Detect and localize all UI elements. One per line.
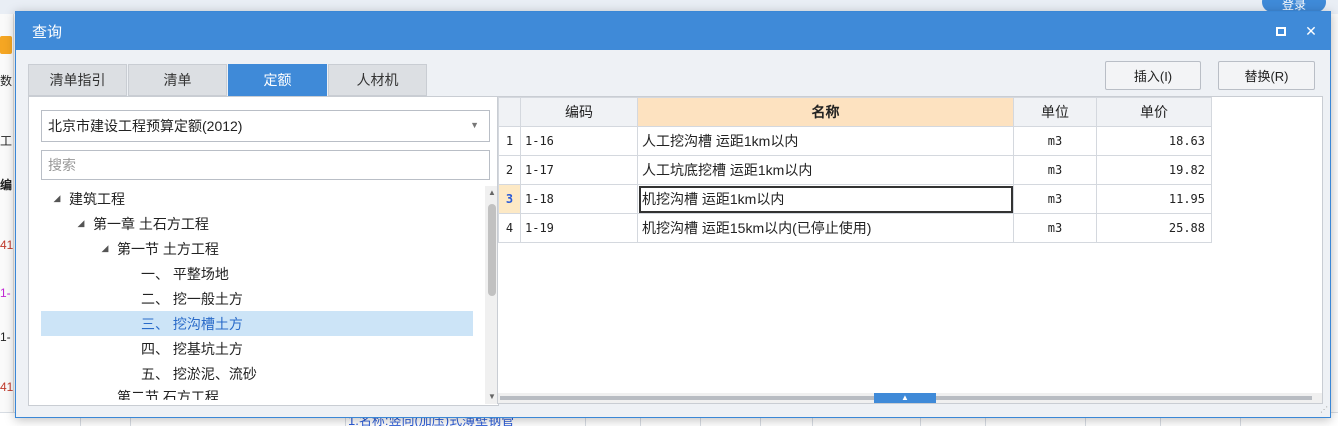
cell-code[interactable]: 1-17: [520, 155, 638, 185]
chapter-tree: ◢ 建筑工程 ◢ 第一章 土石方工程 ◢ 第一节 土方工程一、 平整场地 二、 挖一般土方三…: [41, 186, 473, 404]
tree-item-label: 三、 挖沟槽土方: [141, 315, 243, 332]
splitter-handle-icon[interactable]: ▲: [874, 393, 936, 403]
cell-unit[interactable]: m3: [1013, 184, 1097, 214]
tree-item[interactable]: ◢ 第一章 土石方工程: [41, 211, 473, 236]
tree-item[interactable]: 五、 挖淤泥、流砂: [41, 361, 473, 386]
tree-item[interactable]: 三、 挖沟槽土方: [41, 311, 473, 336]
background-orange-icon: [0, 36, 12, 54]
table-row[interactable]: 1 1-16 人工挖沟槽 运距1km以内 m3 18.63: [498, 126, 1212, 156]
background-left-label: 数: [0, 74, 13, 88]
cell-price[interactable]: 25.88: [1096, 213, 1212, 243]
quota-library-value: 北京市建设工程预算定额(2012): [48, 118, 243, 134]
tree-item[interactable]: 二、 挖一般土方: [41, 286, 473, 311]
tab-bill[interactable]: 清单: [128, 64, 227, 96]
tree-item[interactable]: 四、 挖基坑土方: [41, 336, 473, 361]
quota-library-select[interactable]: 北京市建设工程预算定额(2012) ▼: [41, 110, 490, 142]
chevron-down-icon: ▼: [470, 120, 479, 130]
tree-item-label: 五、 挖淤泥、流砂: [141, 365, 257, 382]
row-number[interactable]: 2: [498, 155, 521, 185]
dialog-title: 查询: [32, 23, 63, 41]
row-number[interactable]: 4: [498, 213, 521, 243]
cell-name[interactable]: 人工挖沟槽 运距1km以内: [637, 126, 1014, 156]
cell-name[interactable]: 人工坑底挖槽 运距1km以内: [637, 155, 1014, 185]
row-number-header: [498, 97, 521, 127]
column-header-code[interactable]: 编码: [520, 97, 638, 127]
table-row[interactable]: 4 1-19 机挖沟槽 运距15km以内(已停止使用) m3 25.88: [498, 213, 1212, 243]
tree-item-label: 第一节 土方工程: [117, 240, 219, 257]
cell-price[interactable]: 18.63: [1096, 126, 1212, 156]
tab-labor-material-machine[interactable]: 人材机: [328, 64, 427, 96]
tab-quota[interactable]: 定额: [228, 64, 327, 96]
close-icon[interactable]: ✕: [1304, 23, 1318, 39]
cell-name[interactable]: 机挖沟槽 运距15km以内(已停止使用): [637, 213, 1014, 243]
tree-item[interactable]: ◢ 建筑工程: [41, 186, 473, 211]
quota-table: 编码 名称 单位 单价 1 1-16 人工挖沟槽 运距1km以内 m3 18.63 2 1-…: [498, 97, 1212, 243]
maximize-icon[interactable]: [1274, 24, 1288, 38]
tree-item-label: 四、 挖基坑土方: [141, 340, 243, 357]
table-header: 编码 名称 单位 单价: [498, 97, 1212, 127]
tab-bar: 清单指引 清单 定额 人材机: [28, 64, 427, 96]
tree-item-label: 第一章 土石方工程: [93, 215, 209, 232]
cell-unit[interactable]: m3: [1013, 213, 1097, 243]
background-left-label: 1-: [0, 330, 11, 344]
tree-item[interactable]: ◢ 第一节 土方工程: [41, 236, 473, 261]
column-header-name[interactable]: 名称: [637, 97, 1014, 127]
dialog-titlebar[interactable]: 查询 ✕: [16, 12, 1330, 50]
background-left-label: 编: [0, 178, 13, 192]
resize-grip-icon[interactable]: ⋰: [1320, 405, 1328, 414]
tab-bill-guide[interactable]: 清单指引: [28, 64, 127, 96]
cell-code[interactable]: 1-19: [520, 213, 638, 243]
cell-name[interactable]: 机挖沟槽 运距1km以内: [637, 184, 1014, 214]
table-row[interactable]: 3 1-18 机挖沟槽 运距1km以内 m3 11.95: [498, 184, 1212, 214]
cell-unit[interactable]: m3: [1013, 126, 1097, 156]
row-number[interactable]: 3: [498, 184, 521, 214]
column-header-unit[interactable]: 单位: [1013, 97, 1097, 127]
table-row[interactable]: 2 1-17 人工坑底挖槽 运距1km以内 m3 19.82: [498, 155, 1212, 185]
expand-toggle-icon[interactable]: ◢: [51, 193, 63, 204]
cell-code[interactable]: 1-16: [520, 126, 638, 156]
cell-code[interactable]: 1-18: [520, 184, 638, 214]
cell-unit[interactable]: m3: [1013, 155, 1097, 185]
tree-item-label: 第二节 石方工程: [117, 389, 219, 400]
query-dialog: 查询 ✕ 清单指引 清单 定额 人材机 插入(I) 替换(R) 北京市建设工程预…: [15, 11, 1331, 418]
tree-item[interactable]: 一、 平整场地: [41, 261, 473, 286]
row-number[interactable]: 1: [498, 126, 521, 156]
search-input[interactable]: [41, 150, 490, 180]
tree-item[interactable]: 第二节 石方工程: [41, 386, 473, 400]
cell-price[interactable]: 11.95: [1096, 184, 1212, 214]
cell-price[interactable]: 19.82: [1096, 155, 1212, 185]
scrollbar-thumb[interactable]: [488, 204, 496, 296]
quota-grid-panel: 编码 名称 单位 单价 1 1-16 人工挖沟槽 运距1km以内 m3 18.63 2 1-…: [497, 96, 1323, 404]
quota-tree-panel: 北京市建设工程预算定额(2012) ▼ ◢ 建筑工程 ◢ 第一章 土石方工程 ◢ 第一节 …: [28, 96, 499, 406]
tree-item-label: 一、 平整场地: [141, 265, 229, 282]
column-header-price[interactable]: 单价: [1096, 97, 1212, 127]
background-left-label: 工: [0, 134, 13, 148]
insert-button[interactable]: 插入(I): [1105, 61, 1201, 90]
grid-horizontal-scrollbar[interactable]: ▲: [498, 393, 1322, 403]
background-left-label: 1-: [0, 286, 11, 300]
expand-toggle-icon[interactable]: ◢: [99, 243, 111, 254]
background-left-label: 41: [0, 238, 14, 252]
background-left-label: 41: [0, 380, 14, 394]
expand-toggle-icon[interactable]: ◢: [75, 218, 87, 229]
tree-item-label: 二、 挖一般土方: [141, 290, 243, 307]
tree-item-label: 建筑工程: [69, 190, 125, 207]
replace-button[interactable]: 替换(R): [1218, 61, 1315, 90]
